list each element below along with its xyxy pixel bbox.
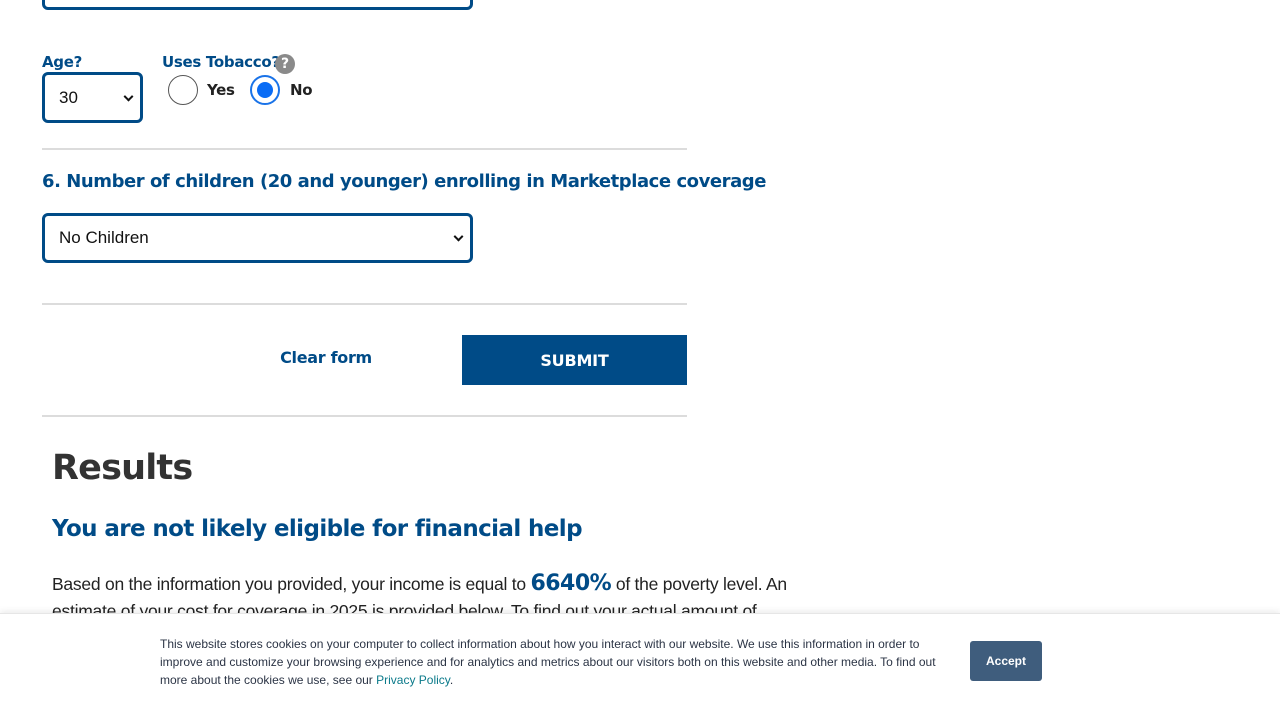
previous-select-field[interactable] — [42, 0, 473, 10]
chevron-down-icon — [123, 91, 134, 102]
results-text-before: Based on the information you provided, y… — [52, 574, 531, 594]
cookie-message: This website stores cookies on your comp… — [160, 637, 936, 687]
tobacco-no-radio[interactable] — [250, 75, 280, 105]
eligibility-heading: You are not likely eligible for financia… — [52, 516, 583, 542]
accept-cookies-button[interactable]: Accept — [970, 641, 1042, 681]
privacy-policy-link[interactable]: Privacy Policy — [376, 673, 450, 687]
cookie-banner-text: This website stores cookies on your comp… — [160, 635, 960, 689]
section-divider — [42, 148, 687, 150]
tobacco-yes-label[interactable]: Yes — [207, 81, 235, 99]
help-icon[interactable]: ? — [275, 54, 295, 74]
cookie-banner: This website stores cookies on your comp… — [0, 613, 1280, 720]
submit-button[interactable]: SUBMIT — [462, 335, 687, 385]
children-select-value: No Children — [59, 228, 149, 247]
children-question: 6. Number of children (20 and younger) e… — [42, 171, 766, 192]
results-title: Results — [52, 448, 193, 488]
tobacco-label: Uses Tobacco? — [162, 53, 280, 71]
age-select-value: 30 — [59, 87, 78, 107]
children-select[interactable]: No Children — [42, 213, 473, 263]
tobacco-yes-radio[interactable] — [168, 75, 198, 105]
tobacco-no-label[interactable]: No — [290, 81, 313, 99]
clear-form-button[interactable]: Clear form — [250, 348, 402, 367]
section-divider — [42, 303, 687, 305]
age-select[interactable]: 30 — [42, 72, 143, 123]
poverty-percent: 6640% — [530, 571, 612, 596]
age-label: Age? — [42, 53, 83, 71]
section-divider — [42, 415, 687, 417]
chevron-down-icon — [453, 231, 464, 242]
cookie-message-end: . — [449, 673, 454, 687]
